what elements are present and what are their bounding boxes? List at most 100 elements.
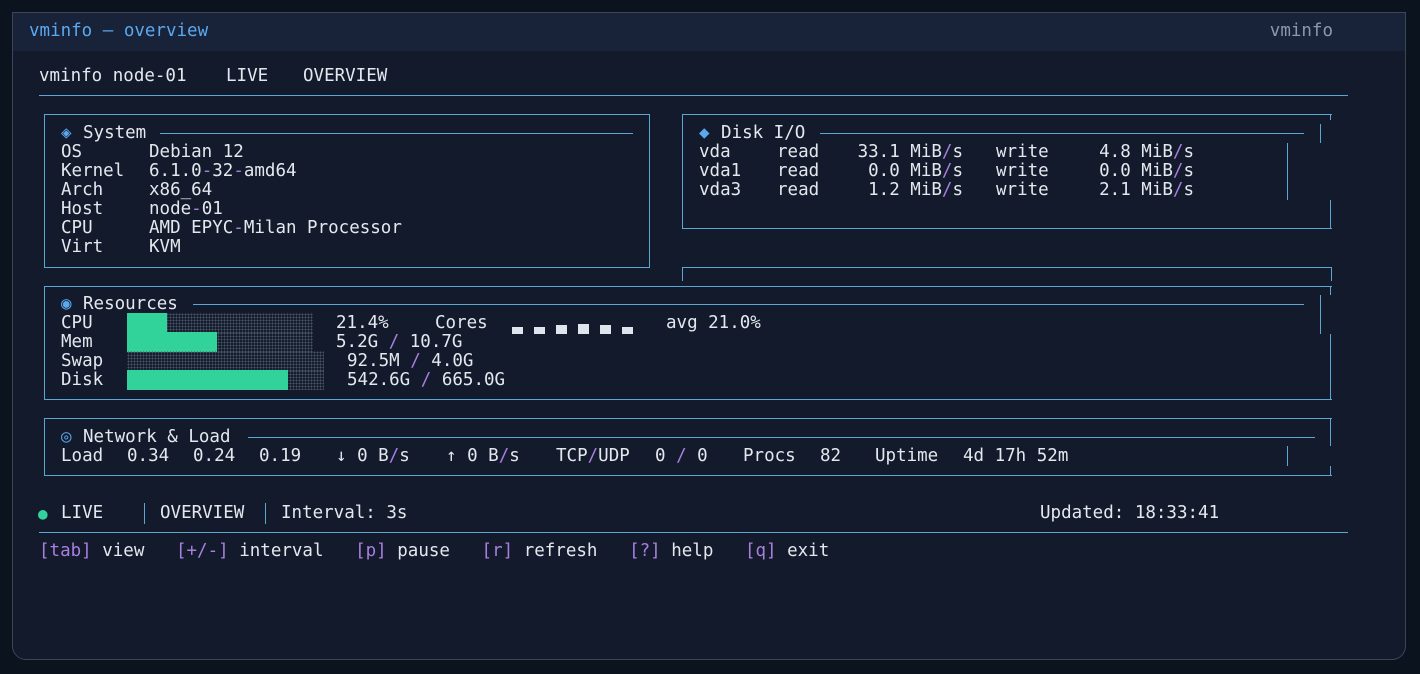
disk-read-label: read bbox=[777, 161, 820, 181]
diamond-outline-icon: ◈ bbox=[61, 123, 72, 143]
core-level-bar bbox=[534, 327, 545, 334]
header-divider bbox=[39, 95, 1348, 96]
key-hint-label: help bbox=[660, 541, 714, 561]
disk-label: Disk bbox=[61, 370, 104, 390]
system-key: Arch bbox=[61, 180, 104, 200]
system-key: Virt bbox=[61, 237, 104, 257]
header-view: OVERVIEW bbox=[303, 66, 388, 86]
key-hint-label: view bbox=[91, 541, 145, 561]
disk-write-rate: 2.1 MiB/s bbox=[1099, 180, 1194, 200]
key-hint: [q] exit bbox=[745, 541, 829, 561]
disk-write-rate: 0.0 MiB/s bbox=[1099, 161, 1194, 181]
system-value: x86_64 bbox=[149, 180, 213, 200]
disk-device-name: vda bbox=[699, 142, 731, 162]
key-hint-key: [q] bbox=[744, 541, 777, 561]
network-title: Network & Load bbox=[83, 427, 231, 447]
load-label: Load bbox=[61, 446, 104, 466]
app-name: vminfo bbox=[1269, 21, 1333, 41]
key-hint-key: [r] bbox=[481, 541, 514, 561]
system-key: OS bbox=[61, 142, 83, 162]
swap-usage-bar bbox=[127, 351, 324, 371]
net-upload-rate: ↑ 0 B/s bbox=[446, 446, 520, 466]
disk-read-label: read bbox=[777, 142, 820, 162]
swap-usage-text: 92.5M / 4.0G bbox=[347, 351, 474, 371]
system-key: CPU bbox=[61, 218, 93, 238]
core-level-bar bbox=[600, 325, 611, 334]
system-key: Host bbox=[61, 199, 104, 219]
key-hint: [tab] view bbox=[39, 541, 144, 561]
cpu-label: CPU bbox=[61, 313, 93, 333]
header-mode: LIVE bbox=[226, 66, 269, 86]
core-level-bar bbox=[578, 324, 589, 334]
core-level-bar bbox=[622, 327, 633, 334]
load-5m: 0.24 bbox=[193, 446, 236, 466]
system-value: 6.1.0-32-amd64 bbox=[149, 161, 297, 181]
core-level-bar bbox=[556, 325, 567, 334]
key-hint-label: interval bbox=[228, 541, 324, 561]
disk-write-label: write bbox=[996, 180, 1049, 200]
key-hint-key: [?] bbox=[629, 541, 661, 561]
disk-read-rate: 0.0 MiB/s bbox=[868, 161, 963, 181]
key-hint: [r] refresh bbox=[482, 541, 598, 561]
key-hint-label: refresh bbox=[513, 541, 598, 561]
mem-usage-text: 5.2G / 10.7G bbox=[336, 332, 463, 352]
title-bar: vminfo — overview vminfo bbox=[13, 13, 1405, 51]
key-hint-label: pause bbox=[386, 541, 450, 561]
status-view: OVERVIEW bbox=[160, 503, 245, 523]
diamond-icon: ◆ bbox=[699, 123, 710, 143]
window-title: vminfo — overview bbox=[29, 21, 209, 41]
key-hint: [p] pause bbox=[355, 541, 450, 561]
tcpudp-label: TCP/UDP bbox=[556, 446, 630, 466]
disk-io-title-rule bbox=[820, 133, 1304, 134]
key-hints-bar: [tab] view [+/-] interval [p] pause [r] … bbox=[39, 542, 829, 561]
disk-usage-text: 542.6G / 665.0G bbox=[347, 370, 506, 390]
system-key: Kernel bbox=[61, 161, 125, 181]
system-value: AMD EPYC-Milan Processor bbox=[149, 218, 402, 238]
empty-panel-edge bbox=[682, 267, 1332, 281]
network-title-rule bbox=[248, 437, 1315, 438]
key-hint-key: [p] bbox=[355, 541, 387, 561]
bullseye-icon: ◎ bbox=[61, 427, 72, 447]
disk-write-rate: 4.8 MiB/s bbox=[1099, 142, 1194, 162]
mem-label: Mem bbox=[61, 332, 93, 352]
system-value: Debian 12 bbox=[149, 142, 244, 162]
cpu-usage-bar bbox=[127, 313, 313, 333]
key-hint-label: exit bbox=[776, 541, 830, 561]
status-updated: Updated: 18:33:41 bbox=[1040, 503, 1220, 523]
tcpudp-value: 0 / 0 bbox=[655, 446, 708, 466]
status-live: LIVE bbox=[61, 503, 104, 523]
system-value: node-01 bbox=[149, 199, 223, 219]
disk-write-label: write bbox=[996, 161, 1049, 181]
resources-title-rule bbox=[193, 304, 1304, 305]
disk-read-rate: 33.1 MiB/s bbox=[857, 142, 963, 162]
procs-value: 82 bbox=[820, 446, 842, 466]
key-hint-key: [+/-] bbox=[175, 541, 229, 561]
cores-label: Cores bbox=[435, 313, 488, 333]
core-level-bar bbox=[512, 327, 523, 334]
disk-device-name: vda1 bbox=[699, 161, 742, 181]
load-15m: 0.19 bbox=[259, 446, 302, 466]
uptime-value: 4d 17h 52m bbox=[963, 446, 1069, 466]
status-interval: Interval: 3s bbox=[281, 503, 408, 523]
load-1m: 0.34 bbox=[127, 446, 170, 466]
key-hint-key: [tab] bbox=[39, 541, 92, 561]
status-divider bbox=[39, 532, 1348, 533]
live-status-dot-icon: ● bbox=[38, 504, 48, 523]
cpu-percent: 21.4% bbox=[336, 313, 389, 333]
mem-usage-bar bbox=[127, 332, 313, 352]
disk-write-label: write bbox=[996, 142, 1049, 162]
resources-title: Resources bbox=[83, 294, 178, 314]
swap-label: Swap bbox=[61, 351, 104, 371]
uptime-label: Uptime bbox=[875, 446, 939, 466]
host-header: vminfo node-01 bbox=[39, 66, 187, 86]
cpu-avg: avg 21.0% bbox=[666, 313, 761, 333]
disk-read-rate: 1.2 MiB/s bbox=[868, 180, 963, 200]
disk-read-label: read bbox=[777, 180, 820, 200]
system-title: System bbox=[83, 123, 147, 143]
key-hint: [?] help bbox=[629, 541, 713, 561]
key-hint: [+/-] interval bbox=[176, 541, 324, 561]
disk-io-title: Disk I/O bbox=[721, 123, 806, 143]
net-download-rate: ↓ 0 B/s bbox=[336, 446, 410, 466]
disk-device-name: vda3 bbox=[699, 180, 742, 200]
system-title-rule bbox=[160, 133, 633, 134]
